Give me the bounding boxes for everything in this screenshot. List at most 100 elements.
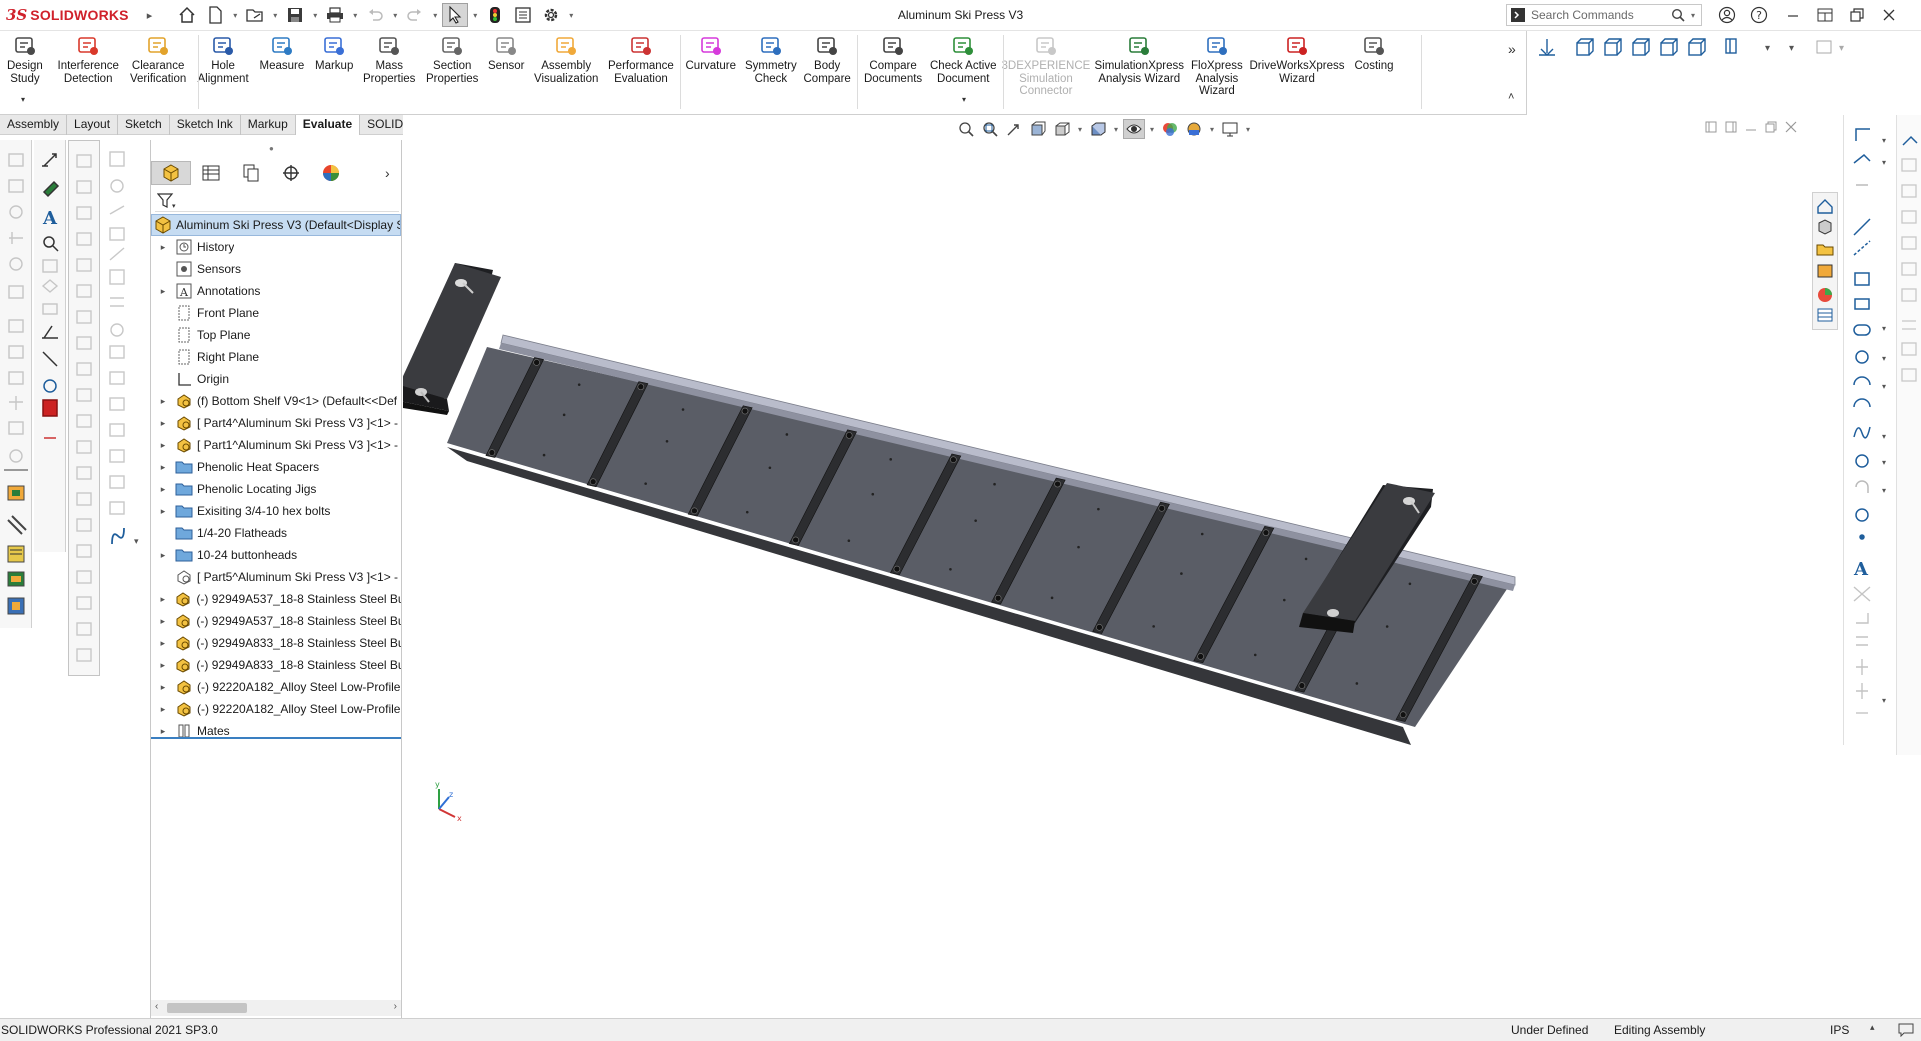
tree-node[interactable]: ▸ A Annotations: [151, 280, 401, 302]
search-input[interactable]: [1531, 8, 1671, 22]
redo-dropdown-icon[interactable]: ▾: [430, 3, 440, 27]
ski-press-model[interactable]: y x z: [397, 115, 1843, 1018]
tree-node[interactable]: Top Plane: [151, 324, 401, 346]
design-study-dropdown-icon[interactable]: ▾: [21, 95, 25, 104]
search-commands[interactable]: ▾: [1506, 4, 1702, 26]
help-icon[interactable]: ?: [1746, 3, 1772, 27]
expand-arrow-icon[interactable]: ▸: [157, 462, 169, 473]
tree-node[interactable]: 1/4-20 Flatheads: [151, 522, 401, 544]
file-properties-icon[interactable]: [510, 3, 536, 27]
tree-node[interactable]: ▸ Phenolic Heat Spacers: [151, 456, 401, 478]
section-view-icon[interactable]: [1027, 119, 1049, 139]
close-icon[interactable]: [1876, 3, 1902, 27]
sketch-tool-icons[interactable]: A ▾ ▾ ▾ ▾ ▾ ▾ ▾ ▾ ▾: [1844, 115, 1896, 745]
open-icon[interactable]: [242, 3, 268, 27]
tab-sketch[interactable]: Sketch: [118, 115, 170, 135]
tile-icon[interactable]: [1812, 3, 1838, 27]
hide-show-items-icon[interactable]: [1123, 119, 1145, 139]
save-dropdown-icon[interactable]: ▾: [310, 3, 320, 27]
apply-scene-icon[interactable]: [1183, 119, 1205, 139]
panel-tabs-more-icon[interactable]: ›: [385, 165, 390, 181]
dimxpert-tab-icon[interactable]: [271, 161, 311, 185]
ribbon-check-document-button[interactable]: Check Active Document: [930, 35, 996, 85]
expand-arrow-icon[interactable]: ▸: [157, 242, 169, 253]
hide-show-dropdown-icon[interactable]: ▾: [1147, 119, 1157, 139]
expand-arrow-icon[interactable]: ▸: [157, 726, 169, 737]
ribbon-3dx-button[interactable]: 3DEXPERIENCE Simulation Connector: [1002, 35, 1090, 98]
save-icon[interactable]: [282, 3, 308, 27]
right-edge-icons[interactable]: [1897, 115, 1921, 755]
tree-node[interactable]: ▸ (-) 92220A182_Alloy Steel Low-Profile: [151, 676, 401, 698]
tree-node[interactable]: [ Part5^Aluminum Ski Press V3 ]<1> -: [151, 566, 401, 588]
expand-arrow-icon[interactable]: ▸: [157, 616, 168, 627]
left-toolbar-2-icons[interactable]: A: [34, 140, 66, 552]
left-toolbar-3-icons[interactable]: [69, 141, 99, 675]
ribbon-sensor-button[interactable]: Sensor: [488, 35, 524, 73]
ribbon-more-icon[interactable]: »: [1508, 41, 1516, 57]
scroll-right-icon[interactable]: ›: [394, 1001, 397, 1012]
tree-node[interactable]: ▸ (-) 92949A833_18-8 Stainless Steel Butt: [151, 632, 401, 654]
feature-manager-tab-icon[interactable]: [151, 161, 191, 185]
expand-arrow-icon[interactable]: ▸: [157, 440, 169, 451]
expand-arrow-icon[interactable]: ▸: [157, 484, 169, 495]
doc-close-icon[interactable]: [1785, 121, 1797, 133]
search-icon[interactable]: [1671, 8, 1685, 22]
search-dropdown-icon[interactable]: ▾: [1691, 11, 1695, 20]
ribbon-measure-button[interactable]: Measure: [260, 35, 304, 73]
tab-markup[interactable]: Markup: [241, 115, 296, 135]
search-command-type-icon[interactable]: [1511, 8, 1525, 22]
graphics-area[interactable]: y x z: [397, 115, 1843, 1018]
tree-horizontal-scrollbar[interactable]: ‹ ›: [151, 1000, 401, 1016]
property-manager-tab-icon[interactable]: [191, 161, 231, 185]
ribbon-assembly-visualization-button[interactable]: Assembly Visualization: [534, 35, 598, 85]
ribbon-body-compare-button[interactable]: Body Compare: [804, 35, 851, 85]
tree-node[interactable]: Sensors: [151, 258, 401, 280]
redo-icon[interactable]: [402, 3, 428, 27]
print-dropdown-icon[interactable]: ▾: [350, 3, 360, 27]
task-pane-icons[interactable]: [1813, 193, 1837, 329]
view-orientation-icon[interactable]: [1051, 119, 1073, 139]
tree-rollback-bar[interactable]: [151, 737, 401, 739]
previous-view-icon[interactable]: [1003, 119, 1025, 139]
expand-arrow-icon[interactable]: ▸: [157, 506, 169, 517]
display-style-dropdown-icon[interactable]: ▾: [1111, 119, 1121, 139]
restore-icon[interactable]: [1844, 3, 1870, 27]
display-style-icon[interactable]: [1087, 119, 1109, 139]
expand-arrow-icon[interactable]: ▸: [157, 682, 169, 693]
ribbon-performance-button[interactable]: Performance Evaluation: [608, 35, 674, 85]
prev-window-icon[interactable]: [1705, 121, 1717, 133]
expand-arrow-icon[interactable]: ▸: [157, 396, 169, 407]
scene-dropdown-icon[interactable]: ▾: [1207, 119, 1217, 139]
ribbon-driveworks-button[interactable]: DriveWorksXpress Wizard: [1250, 35, 1345, 85]
tree-node[interactable]: Front Plane: [151, 302, 401, 324]
units-dropdown-icon[interactable]: ▴: [1870, 1022, 1875, 1033]
ribbon-mass-properties-button[interactable]: Mass Properties: [363, 35, 415, 85]
ribbon-simxpress-button[interactable]: SimulationXpress Analysis Wizard: [1095, 35, 1184, 85]
solidworks-logo[interactable]: 3S SOLIDWORKS: [0, 0, 129, 31]
tree-root-assembly[interactable]: Aluminum Ski Press V3 (Default<Display S: [151, 214, 401, 236]
configuration-manager-tab-icon[interactable]: [231, 161, 271, 185]
ribbon-collapse-icon[interactable]: ˄: [1508, 91, 1514, 103]
expand-arrow-icon[interactable]: ▸: [157, 418, 169, 429]
filter-icon[interactable]: ▾: [157, 193, 177, 209]
ribbon-clearance-button[interactable]: Clearance Verification: [130, 35, 186, 85]
left-toolbar-1-icons[interactable]: [0, 140, 32, 628]
new-dropdown-icon[interactable]: ▾: [230, 3, 240, 27]
ribbon-floxpress-button[interactable]: FloXpress Analysis Wizard: [1191, 35, 1243, 98]
minimize-icon[interactable]: [1780, 3, 1806, 27]
tree-node[interactable]: ▸ (f) Bottom Shelf V9<1> (Default<<Def: [151, 390, 401, 412]
options-dropdown-icon[interactable]: ▾: [566, 3, 576, 27]
expand-arrow-icon[interactable]: ▸: [157, 550, 169, 561]
tree-node[interactable]: ▸ History: [151, 236, 401, 258]
doc-minimize-icon[interactable]: [1745, 121, 1757, 133]
undo-icon[interactable]: [362, 3, 388, 27]
undo-dropdown-icon[interactable]: ▾: [390, 3, 400, 27]
panel-grip-icon[interactable]: ●: [269, 144, 274, 153]
scroll-thumb[interactable]: [167, 1003, 247, 1013]
ribbon-symmetry-button[interactable]: Symmetry Check: [745, 35, 797, 85]
tree-node[interactable]: ▸ (-) 92949A833_18-8 Stainless Steel Butt: [151, 654, 401, 676]
view-settings-dropdown-icon[interactable]: ▾: [1243, 119, 1253, 139]
ribbon-section-properties-button[interactable]: Section Properties: [426, 35, 478, 85]
tree-node[interactable]: ▸ [ Part1^Aluminum Ski Press V3 ]<1> -: [151, 434, 401, 456]
expand-arrow-icon[interactable]: ▸: [157, 660, 168, 671]
